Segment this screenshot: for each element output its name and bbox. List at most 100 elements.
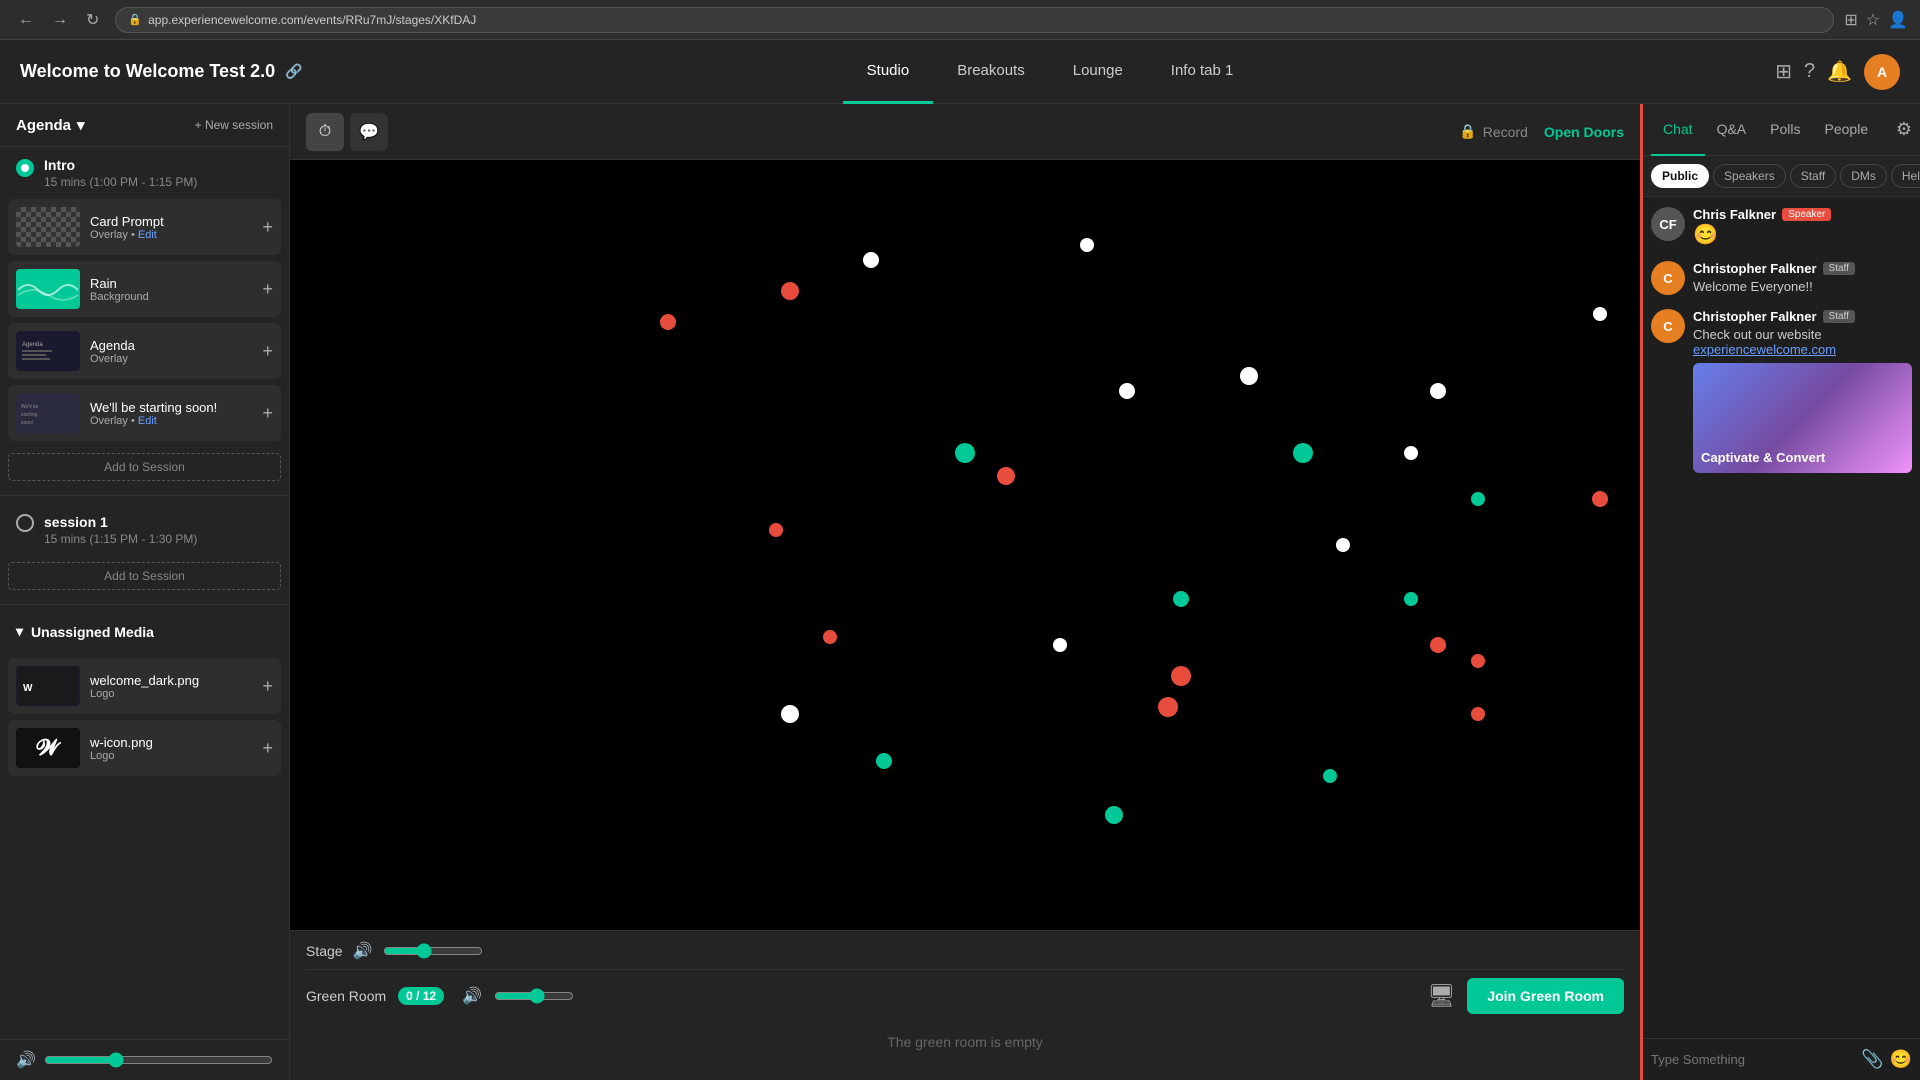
add-to-session-button-intro[interactable]: Add to Session <box>8 453 281 481</box>
media-add-button[interactable]: + <box>262 279 273 300</box>
green-room-row: Green Room 0 / 12 🔊 🖥 Join Green Room <box>306 969 1624 1014</box>
stage-dot <box>1471 492 1485 506</box>
app-header: Welcome to Welcome Test 2.0 🔗 Studio Bre… <box>0 40 1920 104</box>
stage-dot <box>1080 238 1094 252</box>
list-item[interactable]: We'll bestartingsoon! We'll be starting … <box>8 385 281 441</box>
emoji-button[interactable]: 😊 <box>1890 1049 1912 1070</box>
stage-toolbar: ⏱ 💬 🔒 Record Open Doors <box>290 104 1640 160</box>
media-name: w-icon.png <box>90 735 252 750</box>
edit-link[interactable]: Edit <box>138 415 157 427</box>
svg-text:starting: starting <box>21 412 38 418</box>
stage-dot <box>1336 538 1350 552</box>
message-author: Christopher Falkner <box>1693 309 1817 324</box>
extensions-button[interactable]: ⊞ <box>1844 10 1857 30</box>
grid-icon-button[interactable]: ⊞ <box>1775 59 1792 84</box>
list-item[interactable]: W welcome_dark.png Logo + <box>8 658 281 714</box>
svg-text:W: W <box>23 683 33 694</box>
filter-speakers[interactable]: Speakers <box>1713 164 1786 188</box>
open-doors-button[interactable]: Open Doors <box>1544 124 1624 140</box>
stage-dot <box>1430 383 1446 399</box>
media-thumb-agenda: Agenda <box>16 331 80 371</box>
message-content: Chris Falkner Speaker 😊 <box>1693 207 1912 247</box>
record-button[interactable]: 🔒 Record <box>1459 123 1528 140</box>
unassigned-section: ▾ Unassigned Media <box>0 613 289 658</box>
profile-button[interactable]: 👤 <box>1888 10 1908 30</box>
stage-dot <box>1592 491 1608 507</box>
list-item[interactable]: Card Prompt Overlay • Edit + <box>8 199 281 255</box>
edit-link[interactable]: Edit <box>138 229 157 241</box>
help-icon-button[interactable]: ? <box>1804 60 1815 83</box>
back-button[interactable]: ← <box>12 9 40 31</box>
bookmark-button[interactable]: ☆ <box>1866 10 1880 30</box>
screen-share-icon[interactable]: 🖥 <box>1427 983 1455 1009</box>
bottom-volume: 🔊 <box>0 1039 289 1080</box>
filter-help[interactable]: Help <box>1891 164 1920 188</box>
filter-public[interactable]: Public <box>1651 164 1709 188</box>
chat-bubble-button[interactable]: 💬 <box>350 113 388 151</box>
notifications-icon-button[interactable]: 🔔 <box>1827 59 1852 84</box>
media-type: Overlay <box>90 353 252 365</box>
chat-input[interactable] <box>1651 1052 1855 1067</box>
nav-tab-infotab1[interactable]: Info tab 1 <box>1147 40 1258 104</box>
join-green-room-button[interactable]: Join Green Room <box>1467 978 1624 1014</box>
attach-button[interactable]: 📎 <box>1861 1049 1883 1070</box>
stage-dot <box>876 753 892 769</box>
title-text: Welcome to Welcome Test 2.0 <box>20 61 275 82</box>
media-name: welcome_dark.png <box>90 673 252 688</box>
filter-dms[interactable]: DMs <box>1840 164 1887 188</box>
message-header: Christopher Falkner Staff <box>1693 261 1912 276</box>
media-add-button[interactable]: + <box>262 403 273 424</box>
session-1-time: 15 mins (1:15 PM - 1:30 PM) <box>44 532 273 546</box>
stage-dot <box>997 467 1015 485</box>
session-intro-time: 15 mins (1:00 PM - 1:15 PM) <box>44 175 273 189</box>
url-bar[interactable]: 🔒 app.experiencewelcome.com/events/RRu7m… <box>115 7 1834 33</box>
forward-button[interactable]: → <box>46 9 74 31</box>
media-add-button[interactable]: + <box>262 676 273 697</box>
filter-staff[interactable]: Staff <box>1790 164 1836 188</box>
user-avatar[interactable]: A <box>1864 54 1900 90</box>
new-session-button[interactable]: + New session <box>195 118 273 132</box>
header-actions: ⊞ ? 🔔 A <box>1700 54 1900 90</box>
session-1-header: session 1 15 mins (1:15 PM - 1:30 PM) <box>16 514 273 546</box>
tab-chat[interactable]: Chat <box>1651 104 1705 156</box>
stage-volume-slider[interactable] <box>383 943 483 959</box>
toolbar-right: 🔒 Record Open Doors <box>1459 123 1624 140</box>
nav-tab-studio[interactable]: Studio <box>843 40 934 104</box>
media-add-button[interactable]: + <box>262 217 273 238</box>
stage-dot <box>1593 307 1607 321</box>
green-room-volume-slider[interactable] <box>494 988 574 1004</box>
stage-dot <box>1240 367 1258 385</box>
tab-qa[interactable]: Q&A <box>1705 104 1759 156</box>
agenda-dropdown[interactable]: Agenda ▾ <box>16 116 85 134</box>
link-icon[interactable]: 🔗 <box>285 63 302 80</box>
tab-polls[interactable]: Polls <box>1758 104 1812 156</box>
tab-people[interactable]: People <box>1813 104 1881 156</box>
green-room-volume-icon: 🔊 <box>462 986 482 1006</box>
chat-filter-tabs: Public Speakers Staff DMs Help <box>1643 156 1920 197</box>
timer-button[interactable]: ⏱ <box>306 113 344 151</box>
stage-volume-row: Stage 🔊 <box>306 941 1624 961</box>
list-item[interactable]: Rain Background + <box>8 261 281 317</box>
website-link[interactable]: experiencewelcome.com <box>1693 342 1912 357</box>
green-room-count: 0 / 12 <box>398 987 444 1005</box>
volume-slider[interactable] <box>44 1052 273 1068</box>
staff-badge: Staff <box>1823 262 1855 275</box>
session-1-info: session 1 15 mins (1:15 PM - 1:30 PM) <box>44 514 273 546</box>
list-item[interactable]: Agenda Agenda Overlay + <box>8 323 281 379</box>
chat-settings-button[interactable]: ⚙ <box>1896 119 1912 140</box>
message-text: Check out our website <box>1693 327 1912 342</box>
add-to-session-button-session1[interactable]: Add to Session <box>8 562 281 590</box>
nav-tab-breakouts[interactable]: Breakouts <box>933 40 1049 104</box>
sidebar-header: Agenda ▾ + New session <box>0 104 289 147</box>
nav-tab-lounge[interactable]: Lounge <box>1049 40 1147 104</box>
reload-button[interactable]: ↻ <box>80 8 105 32</box>
stage-dot <box>660 314 676 330</box>
stage-dot <box>1105 806 1123 824</box>
media-type: Background <box>90 291 252 303</box>
list-item[interactable]: 𝓦 w-icon.png Logo + <box>8 720 281 776</box>
session-intro: Intro 15 mins (1:00 PM - 1:15 PM) <box>0 147 289 199</box>
media-add-button[interactable]: + <box>262 341 273 362</box>
media-add-button[interactable]: + <box>262 738 273 759</box>
media-info-w-icon: w-icon.png Logo <box>90 735 252 762</box>
chat-panel: Chat Q&A Polls People ⚙ Public Speakers … <box>1640 104 1920 1080</box>
